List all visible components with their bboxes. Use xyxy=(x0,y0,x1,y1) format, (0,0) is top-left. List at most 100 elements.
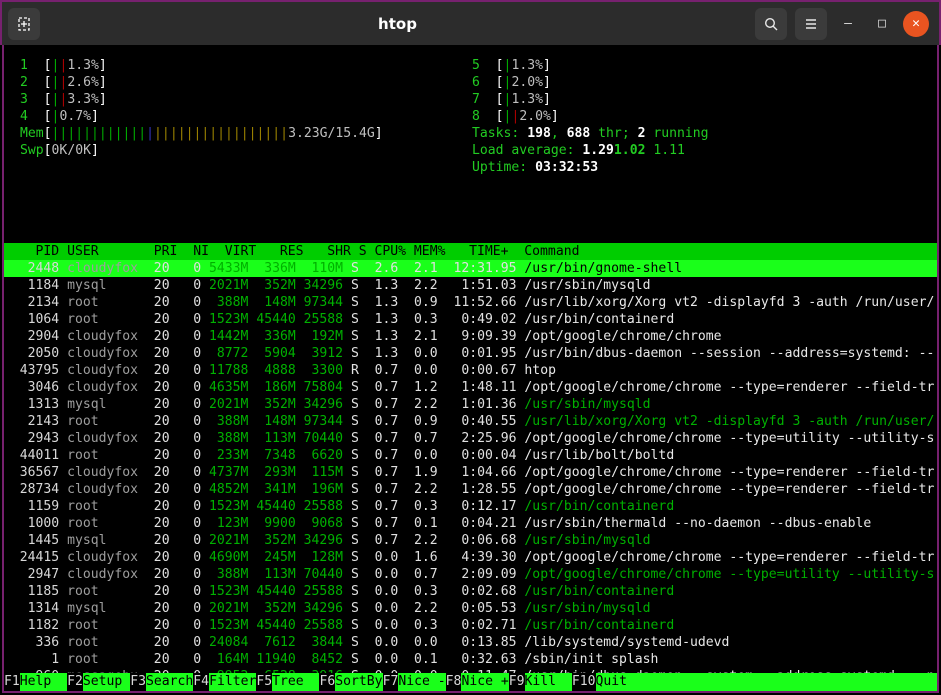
table-row[interactable]: 1000 root 20 0 123M 9900 9068 S 0.7 0.1 … xyxy=(4,515,939,532)
cell-mem: 0.3 xyxy=(398,618,437,633)
cell-command: /usr/sbin/mysqld xyxy=(524,533,650,548)
fkey-f7[interactable]: F7 xyxy=(383,673,399,691)
fkey-label-f5[interactable]: Tree xyxy=(272,673,319,691)
cell-user: cloudyfox xyxy=(67,380,146,395)
cell-pri: 20 xyxy=(146,431,170,446)
table-row[interactable]: 43795 cloudyfox 20 0 11788 4888 3300 R 0… xyxy=(4,362,939,379)
fkey-f4[interactable]: F4 xyxy=(193,673,209,691)
minimize-button[interactable]: – xyxy=(835,11,861,37)
fkey-label-f1[interactable]: Help xyxy=(20,673,67,691)
cpu-meter-column-right: 5 [| 1.3%]6 [| 2.0%]7 [| 1.3%]8 [|| xyxy=(472,57,932,176)
cell-state: S xyxy=(351,380,359,395)
table-row[interactable]: 1184 mysql 20 0 2021M 352M 34296 S 1.3 2… xyxy=(4,277,939,294)
table-row[interactable]: 3046 cloudyfox 20 0 4635M 186M 75804 S 0… xyxy=(4,379,939,396)
cell-virt: 8772 xyxy=(209,346,248,361)
table-row[interactable]: 336 root 20 0 24084 7612 3844 S 0.0 0.0 … xyxy=(4,634,939,651)
cell-ni: 0 xyxy=(170,414,202,429)
table-row[interactable]: 1182 root 20 0 1523M 45440 25588 S 0.0 0… xyxy=(4,617,939,634)
cell-pri: 20 xyxy=(146,516,170,531)
fkey-f8[interactable]: F8 xyxy=(446,673,462,691)
cell-state: S xyxy=(351,533,359,548)
table-row[interactable]: 36567 cloudyfox 20 0 4737M 293M 115M S 0… xyxy=(4,464,939,481)
cell-shr: 25588 xyxy=(304,618,343,633)
fkey-f2[interactable]: F2 xyxy=(67,673,83,691)
load-average-line: Load average: 1.29 1.02 1.11 xyxy=(472,142,932,159)
cell-shr: 3912 xyxy=(304,346,343,361)
fkey-f10[interactable]: F10 xyxy=(572,673,596,691)
close-button[interactable]: ✕ xyxy=(903,11,929,37)
cell-pid: 1159 xyxy=(4,499,59,514)
table-row[interactable]: 2448 cloudyfox 20 0 5433M 336M 110M S 2.… xyxy=(4,260,939,277)
cell-state: S xyxy=(351,397,359,412)
cell-mem: 2.2 xyxy=(398,533,437,548)
cell-command: /sbin/init splash xyxy=(524,652,658,667)
cell-state: S xyxy=(351,312,359,327)
terminal-content[interactable]: 1 [|| 1.3%]2 [|| 2.6%]3 [|| 3.3%]4 [| xyxy=(2,45,939,693)
cell-res: 352M xyxy=(256,601,295,616)
fkey-label-f8[interactable]: Nice + xyxy=(461,673,508,691)
table-row[interactable]: 2134 root 20 0 388M 148M 97344 S 1.3 0.9… xyxy=(4,294,939,311)
new-tab-icon[interactable] xyxy=(8,8,40,40)
cell-pri: 20 xyxy=(146,397,170,412)
cell-pri: 20 xyxy=(146,380,170,395)
process-table[interactable]: PID USER PRI NI VIRT RES SHR S CPU% MEM%… xyxy=(4,243,939,693)
fkey-label-f7[interactable]: Nice - xyxy=(398,673,445,691)
cell-virt: 2021M xyxy=(209,601,248,616)
table-row[interactable]: 1314 mysql 20 0 2021M 352M 34296 S 0.0 2… xyxy=(4,600,939,617)
table-row[interactable]: 1159 root 20 0 1523M 45440 25588 S 0.7 0… xyxy=(4,498,939,515)
table-row[interactable]: 1445 mysql 20 0 2021M 352M 34296 S 0.7 2… xyxy=(4,532,939,549)
table-row[interactable]: 2050 cloudyfox 20 0 8772 5904 3912 S 1.3… xyxy=(4,345,939,362)
table-row[interactable]: 1064 root 20 0 1523M 45440 25588 S 1.3 0… xyxy=(4,311,939,328)
fkey-label-f4[interactable]: Filter xyxy=(209,673,256,691)
cell-cpu: 0.7 xyxy=(359,516,398,531)
table-row[interactable]: 1185 root 20 0 1523M 45440 25588 S 0.0 0… xyxy=(4,583,939,600)
cell-res: 113M xyxy=(256,431,295,446)
function-key-bar[interactable]: F1Help F2Setup F3SearchF4FilterF5Tree F6… xyxy=(4,673,937,691)
fkey-label-f3[interactable]: Search xyxy=(146,673,193,691)
fkey-label-f2[interactable]: Setup xyxy=(83,673,130,691)
cell-pri: 20 xyxy=(146,278,170,293)
table-row[interactable]: 2904 cloudyfox 20 0 1442M 336M 192M S 1.… xyxy=(4,328,939,345)
table-row[interactable]: 2143 root 20 0 388M 148M 97344 S 0.7 0.9… xyxy=(4,413,939,430)
cell-shr: 25588 xyxy=(304,584,343,599)
cell-cpu: 0.7 xyxy=(359,465,398,480)
fkey-label-f6[interactable]: SortBy xyxy=(335,673,382,691)
cell-ni: 0 xyxy=(170,584,202,599)
cell-pid: 1445 xyxy=(4,533,59,548)
cell-pid: 2134 xyxy=(4,295,59,310)
cell-cpu: 1.3 xyxy=(359,295,398,310)
fkey-f1[interactable]: F1 xyxy=(4,673,20,691)
cpu-meter-row: 4 [| 0.7%] xyxy=(20,108,480,125)
fkey-f6[interactable]: F6 xyxy=(319,673,335,691)
fkey-label-f9[interactable]: Kill xyxy=(525,673,572,691)
cpu-meter-row: 8 [|| 2.0%] xyxy=(472,108,932,125)
cell-command: /usr/bin/dbus-daemon --session --address… xyxy=(524,346,934,361)
fkey-f9[interactable]: F9 xyxy=(509,673,525,691)
cell-ni: 0 xyxy=(170,618,202,633)
table-row[interactable]: 44011 root 20 0 233M 7348 6620 S 0.7 0.0… xyxy=(4,447,939,464)
hamburger-menu-icon[interactable] xyxy=(795,8,827,40)
table-row[interactable]: 28734 cloudyfox 20 0 4852M 341M 196M S 0… xyxy=(4,481,939,498)
fkey-label-f10[interactable]: Quit xyxy=(596,673,643,691)
cell-time: 0:00.04 xyxy=(438,448,517,463)
table-row[interactable]: 2947 cloudyfox 20 0 388M 113M 70440 S 0.… xyxy=(4,566,939,583)
cell-shr: 25588 xyxy=(304,499,343,514)
cpu-percent: 2.0% xyxy=(519,108,551,125)
fkey-f5[interactable]: F5 xyxy=(256,673,272,691)
maximize-button[interactable]: □ xyxy=(869,11,895,37)
cell-mem: 2.2 xyxy=(398,278,437,293)
table-header-row[interactable]: PID USER PRI NI VIRT RES SHR S CPU% MEM%… xyxy=(4,243,939,260)
cell-command: /usr/lib/xorg/Xorg vt2 -displayfd 3 -aut… xyxy=(524,295,934,310)
table-row[interactable]: 2943 cloudyfox 20 0 388M 113M 70440 S 0.… xyxy=(4,430,939,447)
cell-time: 0:01.95 xyxy=(438,346,517,361)
table-row[interactable]: 1 root 20 0 164M 11940 8452 S 0.0 0.1 0:… xyxy=(4,651,939,668)
cell-res: 45440 xyxy=(256,618,295,633)
cell-cpu: 2.6 xyxy=(359,261,398,276)
cell-user: root xyxy=(67,635,146,650)
cell-cpu: 0.0 xyxy=(359,550,398,565)
fkey-f3[interactable]: F3 xyxy=(130,673,146,691)
table-row[interactable]: 24415 cloudyfox 20 0 4690M 245M 128M S 0… xyxy=(4,549,939,566)
search-icon[interactable] xyxy=(755,8,787,40)
cell-cpu: 0.0 xyxy=(359,601,398,616)
table-row[interactable]: 1313 mysql 20 0 2021M 352M 34296 S 0.7 2… xyxy=(4,396,939,413)
